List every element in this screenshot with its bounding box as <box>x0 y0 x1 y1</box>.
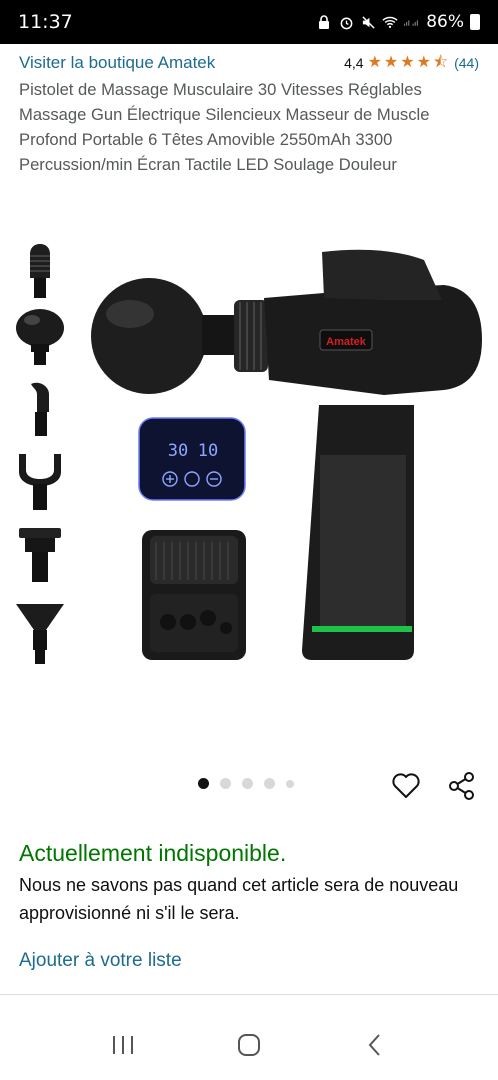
add-to-list-link[interactable]: Ajouter à votre liste <box>19 950 182 972</box>
thumb-bullet-head <box>12 242 68 300</box>
display-speed-right: 10 <box>198 441 218 461</box>
thumb-spade-head <box>12 598 68 666</box>
heart-icon <box>392 773 420 798</box>
share-button[interactable] <box>446 770 478 802</box>
product-header: Visiter la boutique Amatek 4,4 ★ ★ ★ ★ ⯪… <box>0 44 498 177</box>
carousel-dots[interactable] <box>198 778 294 789</box>
home-button[interactable] <box>229 1025 269 1065</box>
carousel-dot[interactable] <box>286 779 294 788</box>
recent-apps-icon <box>113 1036 133 1054</box>
back-icon <box>368 1034 380 1056</box>
mute-icon <box>360 14 376 30</box>
status-bar: 11:37 86% <box>0 0 498 44</box>
battery-percent: 86% <box>426 12 464 32</box>
wishlist-button[interactable] <box>390 770 422 802</box>
display-speed-left: 30 <box>168 441 188 461</box>
carousel-dot-active[interactable] <box>198 778 209 789</box>
star-full-icon: ★ <box>400 54 415 71</box>
rating-value: 4,4 <box>344 55 364 71</box>
status-icons: 86% <box>316 12 480 32</box>
lock-icon <box>316 14 332 30</box>
wifi-icon <box>382 14 398 30</box>
star-full-icon: ★ <box>367 54 382 71</box>
thumb-ball-head <box>12 308 68 366</box>
availability-note: Nous ne savons pas quand cet article ser… <box>19 875 459 923</box>
brand-label: Amatek <box>326 336 367 348</box>
thumb-u-head <box>12 448 68 512</box>
product-title: Pistolet de Massage Musculaire 30 Vitess… <box>19 80 430 174</box>
share-icon <box>449 772 474 800</box>
divider <box>0 994 498 995</box>
carousel-dot[interactable] <box>242 778 253 789</box>
recent-apps-button[interactable] <box>103 1025 143 1065</box>
product-gallery[interactable]: Amatek 30 10 <box>0 190 498 690</box>
main-product-image: Amatek 30 10 <box>84 190 494 690</box>
carousel-dot[interactable] <box>264 778 275 789</box>
system-nav-bar <box>0 1010 498 1080</box>
carousel-dot[interactable] <box>220 778 231 789</box>
home-icon <box>238 1034 260 1056</box>
star-full-icon: ★ <box>416 54 431 71</box>
battery-icon <box>470 14 480 30</box>
signal-icon <box>404 14 420 30</box>
star-half-icon: ⯪ <box>432 54 449 71</box>
rating-count[interactable]: (44) <box>454 55 479 71</box>
star-full-icon: ★ <box>383 54 399 71</box>
thumb-flat-head <box>12 526 68 584</box>
store-row: Visiter la boutique Amatek 4,4 ★ ★ ★ ★ ⯪… <box>0 44 498 76</box>
alarm-icon <box>338 14 354 30</box>
back-button[interactable] <box>355 1025 395 1065</box>
thumb-fork-head <box>12 380 68 438</box>
status-time: 11:37 <box>18 11 73 33</box>
availability-status: Actuellement indisponible. <box>19 840 287 866</box>
rating[interactable]: 4,4 ★ ★ ★ ★ ⯪ (44) <box>344 54 479 72</box>
store-link[interactable]: Visiter la boutique Amatek <box>19 53 215 73</box>
